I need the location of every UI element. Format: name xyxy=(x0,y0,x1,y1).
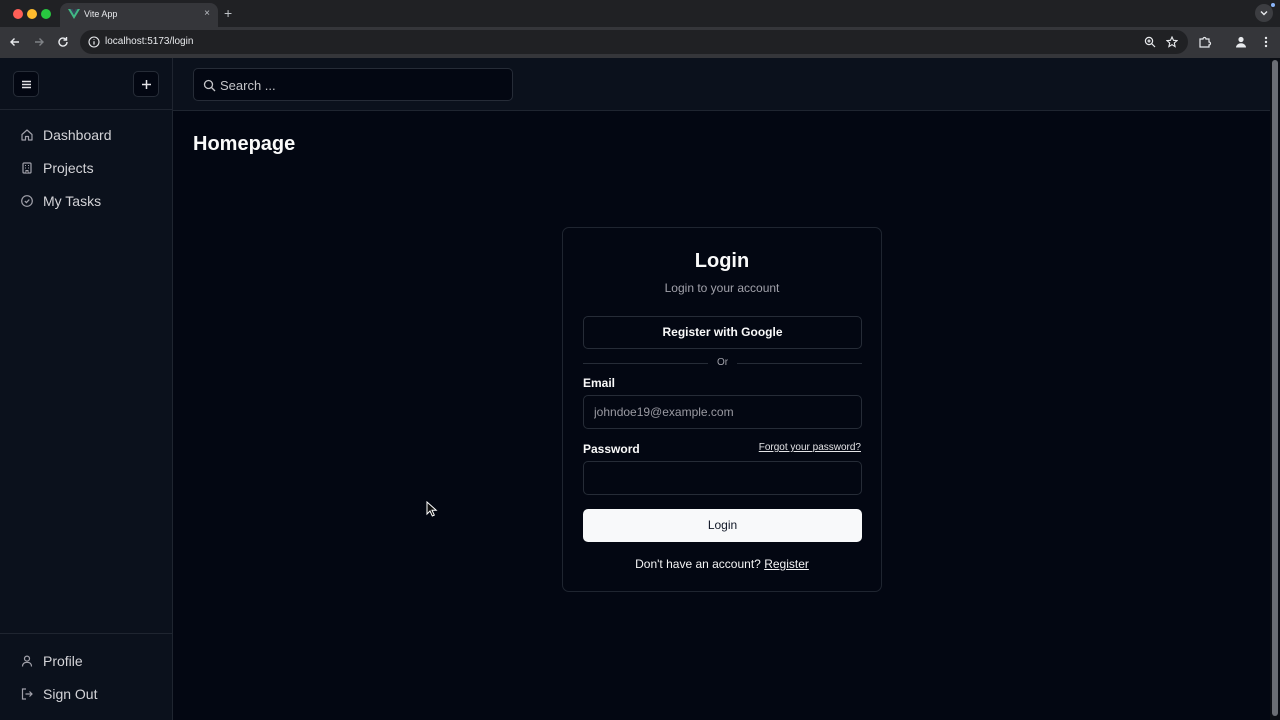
reload-icon[interactable] xyxy=(56,35,70,49)
sidebar-item-label: Projects xyxy=(43,160,94,176)
forgot-password-link[interactable]: Forgot your password? xyxy=(759,442,861,453)
login-subtitle: Login to your account xyxy=(664,281,780,295)
vite-logo-icon xyxy=(68,9,80,19)
tab-title: Vite App xyxy=(84,9,118,19)
more-menu-icon[interactable] xyxy=(1259,35,1273,49)
user-icon xyxy=(21,655,33,667)
sidebar-item-label: Profile xyxy=(43,653,83,669)
top-bar xyxy=(173,58,1270,111)
sidebar: Dashboard Projects My Tasks Profile Sign… xyxy=(0,58,173,720)
sidebar-item-label: Dashboard xyxy=(43,127,112,143)
browser-chrome: Vite App × + localhost:5173/login xyxy=(0,0,1280,58)
forward-icon[interactable] xyxy=(32,35,46,49)
password-input[interactable] xyxy=(594,471,849,485)
zoom-icon[interactable] xyxy=(1144,36,1156,48)
password-field[interactable] xyxy=(583,461,862,495)
register-link[interactable]: Register xyxy=(764,557,809,571)
page-title: Homepage xyxy=(193,133,296,155)
logout-icon xyxy=(21,688,33,700)
password-label: Password xyxy=(583,442,640,456)
sidebar-item-projects[interactable]: Projects xyxy=(12,155,162,181)
register-prompt: Don't have an account? Register xyxy=(563,557,881,571)
sidebar-item-sign-out[interactable]: Sign Out xyxy=(12,681,162,707)
extensions-icon[interactable] xyxy=(1198,35,1212,49)
minimize-window-button[interactable] xyxy=(27,9,37,19)
browser-tab-active[interactable]: Vite App × xyxy=(60,3,218,27)
sidebar-footer: Profile Sign Out xyxy=(0,633,172,720)
search-box[interactable] xyxy=(193,68,513,101)
page-scrollbar[interactable] xyxy=(1270,58,1280,720)
email-input[interactable] xyxy=(594,405,849,419)
login-card: Login Login to your account Register wit… xyxy=(562,227,882,592)
register-prompt-text: Don't have an account? xyxy=(635,557,761,571)
maximize-window-button[interactable] xyxy=(41,9,51,19)
add-button[interactable] xyxy=(133,71,159,97)
check-circle-icon xyxy=(21,195,33,207)
browser-toolbar: localhost:5173/login xyxy=(0,27,1280,58)
url-text: localhost:5173/login xyxy=(105,36,194,47)
tab-strip: Vite App × + xyxy=(0,0,1280,27)
hamburger-icon xyxy=(22,80,31,89)
address-bar[interactable]: localhost:5173/login xyxy=(80,30,1188,54)
sidebar-header xyxy=(0,58,172,110)
building-icon xyxy=(22,162,32,174)
sidebar-item-label: My Tasks xyxy=(43,193,102,209)
search-input[interactable] xyxy=(220,76,500,94)
close-window-button[interactable] xyxy=(13,9,23,19)
email-label: Email xyxy=(583,376,616,390)
login-button[interactable]: Login xyxy=(583,509,862,542)
divider-line-left xyxy=(583,363,708,364)
app-page: Dashboard Projects My Tasks Profile Sign… xyxy=(0,58,1270,720)
sidebar-item-profile[interactable]: Profile xyxy=(12,648,162,674)
scrollbar-thumb[interactable] xyxy=(1272,60,1278,716)
bookmark-star-icon[interactable] xyxy=(1166,36,1178,48)
mouse-cursor-icon xyxy=(426,501,438,517)
tab-search-button[interactable] xyxy=(1255,4,1273,22)
plus-icon xyxy=(142,80,151,89)
home-icon xyxy=(21,129,33,141)
new-tab-button[interactable]: + xyxy=(224,5,232,21)
login-title: Login xyxy=(694,250,750,272)
menu-toggle-button[interactable] xyxy=(13,71,39,97)
search-icon xyxy=(203,79,216,92)
tab-close-icon[interactable]: × xyxy=(204,8,210,20)
sidebar-item-my-tasks[interactable]: My Tasks xyxy=(12,188,162,214)
chevron-down-icon xyxy=(1260,11,1268,16)
sidebar-item-dashboard[interactable]: Dashboard xyxy=(12,122,162,148)
back-icon[interactable] xyxy=(8,35,22,49)
divider-or-text: Or xyxy=(716,357,729,368)
profile-avatar-icon[interactable] xyxy=(1234,35,1248,49)
site-info-icon[interactable] xyxy=(88,36,100,48)
email-field[interactable] xyxy=(583,395,862,429)
register-with-google-button[interactable]: Register with Google xyxy=(583,316,862,349)
sidebar-item-label: Sign Out xyxy=(43,686,98,702)
notification-dot xyxy=(1271,3,1275,7)
divider-line-right xyxy=(737,363,862,364)
